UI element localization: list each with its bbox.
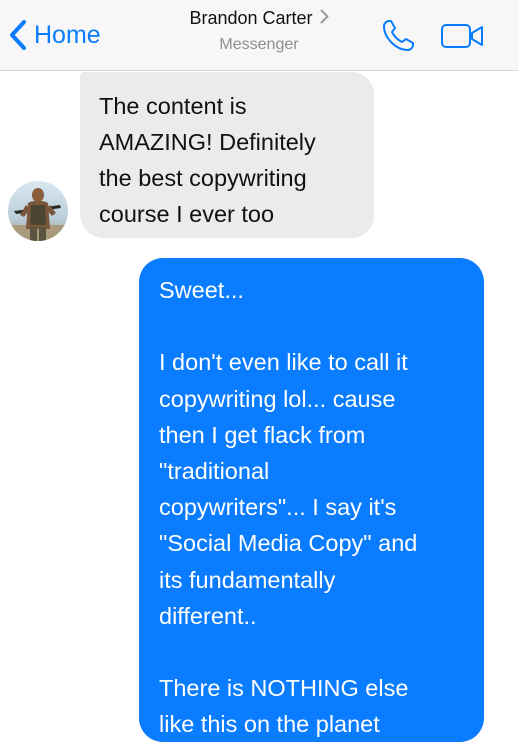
chat-header: Home Brandon Carter Messenger [0, 0, 518, 71]
messenger-screen: Home Brandon Carter Messenger The conten… [0, 0, 518, 747]
back-label: Home [34, 20, 101, 49]
avatar[interactable] [8, 181, 68, 241]
phone-icon [383, 20, 414, 51]
video-camera-icon [441, 24, 483, 48]
outgoing-message[interactable]: Sweet... I don't even like to call it co… [139, 258, 484, 742]
contact-photo [8, 181, 68, 241]
chevron-left-icon [10, 20, 26, 50]
back-button[interactable]: Home [8, 16, 101, 54]
video-call-button[interactable] [440, 22, 486, 50]
phone-call-button[interactable] [380, 18, 416, 54]
incoming-message[interactable]: The content is AMAZING! Definitely the b… [80, 72, 374, 238]
contact-subtitle: Messenger [219, 36, 299, 53]
contact-name: Brandon Carter [189, 8, 313, 28]
chevron-right-icon [320, 6, 329, 30]
contact-title[interactable]: Brandon Carter Messenger [140, 6, 378, 56]
